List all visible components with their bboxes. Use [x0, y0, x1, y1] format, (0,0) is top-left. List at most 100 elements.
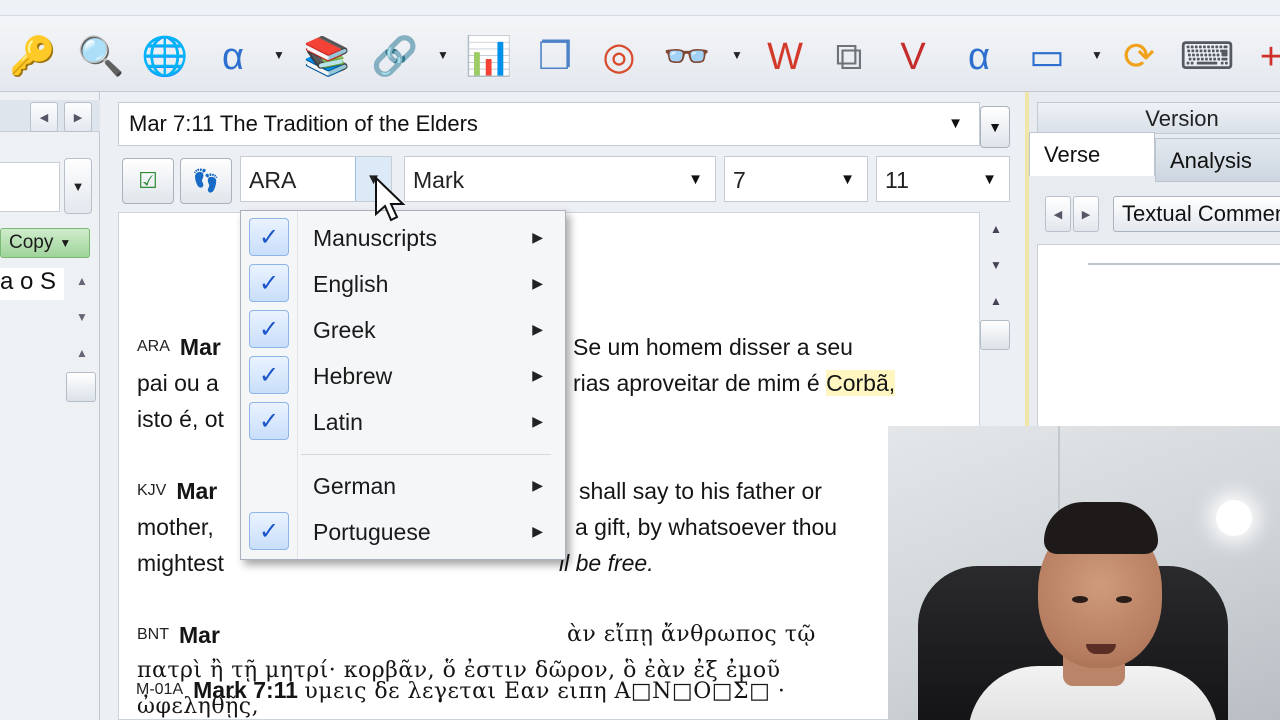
copy-button[interactable]: Copy ▼	[0, 228, 90, 258]
reference-menu-button[interactable]: ▼	[980, 106, 1010, 148]
verse-ara-line1: ARA Mar	[137, 329, 221, 365]
scroll-up-icon[interactable]: ▲	[986, 294, 1006, 308]
checklist-button[interactable]: ☑	[122, 158, 174, 204]
link-icon[interactable]: 🔗	[368, 30, 422, 84]
windows-icon[interactable]: ❐	[528, 30, 582, 84]
verse-bnt-line1: BNT Mar	[137, 617, 220, 653]
submenu-arrow-icon: ▶	[532, 321, 543, 337]
version-abbr: M-01A	[136, 681, 184, 698]
chevron-down-icon: ▼	[59, 236, 72, 250]
menu-item-german[interactable]: German ▶	[241, 463, 565, 507]
verse-ara-line1-end: Se um homem disser a seu	[573, 334, 853, 360]
verse-list-icon[interactable]: V	[886, 30, 940, 84]
footsteps-button[interactable]: 👣	[180, 158, 232, 204]
menu-item-greek[interactable]: ✓ Greek ▶	[241, 307, 565, 351]
copy-label: Copy	[9, 232, 54, 253]
main-toolbar: 🔑 🔍 🌐 α ▼ 📚 🔗 ▼ 📊 ❐ ◎ 👓 ▼ W ⧉ Vα ▭ ▼ ⟳ ⌨ +	[0, 0, 1280, 92]
verse-select[interactable]: 11 ▼	[876, 156, 1010, 202]
right-pane-forward-button[interactable]: ▶	[1073, 196, 1099, 232]
title-strip	[0, 0, 1280, 16]
verse-kjv-line1: KJV Mar	[137, 473, 217, 509]
verse-ref[interactable]: Mar	[180, 334, 221, 360]
verse-ara-line2-start: pai ou a	[137, 370, 219, 396]
textual-commentary-button[interactable]: Textual Commen	[1113, 196, 1280, 232]
chevron-down-icon[interactable]: ▼	[272, 48, 286, 62]
chapter-select-value: 7	[733, 167, 746, 193]
scroll-down-icon[interactable]: ▼	[72, 310, 92, 324]
presenter-eye	[1116, 596, 1132, 603]
version-select-value: ARA	[249, 167, 297, 193]
glasses-book-icon[interactable]: 👓	[660, 30, 714, 84]
menu-item-label: Latin	[313, 409, 363, 435]
keyboard-icon[interactable]: ⌨	[1180, 30, 1235, 84]
scroll-up-icon[interactable]: ▲	[986, 222, 1006, 236]
verse-text: υμεις δε λεγεται Εαν ειπη Α□Ν□Ο□Σ□ ·	[304, 679, 786, 704]
right-pane-title: Version	[1037, 102, 1280, 134]
books-stack-icon[interactable]: 📚	[300, 30, 354, 84]
menu-item-latin[interactable]: ✓ Latin ▶	[241, 399, 565, 443]
right-pane-back-button[interactable]: ◀	[1045, 196, 1071, 232]
verse-text: rias aproveitar de mim é	[573, 370, 827, 396]
left-pane-back-button[interactable]: ◀	[30, 102, 58, 132]
submenu-arrow-icon: ▶	[532, 275, 543, 291]
chevron-down-icon[interactable]: ▼	[1090, 48, 1104, 62]
menu-item-english[interactable]: ✓ English ▶	[241, 261, 565, 305]
sync-circle-icon[interactable]: ◎	[592, 30, 646, 84]
submenu-arrow-icon: ▶	[532, 523, 543, 539]
checkmark-icon: ✓	[249, 264, 289, 302]
chevron-down-icon[interactable]: ▼	[730, 48, 744, 62]
menu-item-hebrew[interactable]: ✓ Hebrew ▶	[241, 353, 565, 397]
verse-kjv-line2-start: mother,	[137, 514, 214, 540]
version-abbr: ARA	[137, 338, 170, 355]
tab-analysis[interactable]: Analysis	[1155, 138, 1280, 182]
webcam-overlay	[888, 426, 1280, 720]
report-chart-icon[interactable]: 📊	[462, 30, 516, 84]
left-pane: ◀ ▶ ▼ Copy ▼ a o S ▲ ▼ ▲	[0, 92, 100, 720]
reference-title: Mar 7:11 The Tradition of the Elders	[129, 111, 478, 136]
verse-ara-line2-end: rias aproveitar de mim é Corbã,	[573, 365, 896, 401]
left-pane-dropdown-button[interactable]: ▼	[64, 158, 92, 214]
word-doc-icon[interactable]: W	[758, 30, 812, 84]
bible-window-icon[interactable]: ▭	[1020, 30, 1074, 84]
center-scrollbar-thumb[interactable]	[980, 320, 1010, 350]
menu-item-portuguese[interactable]: ✓ Portuguese ▶	[241, 509, 565, 553]
verse-ref[interactable]: Mar	[176, 478, 217, 504]
menu-item-label: German	[313, 473, 397, 499]
right-pane-content	[1037, 244, 1280, 434]
highlighted-word[interactable]: Corbã,	[826, 370, 896, 396]
footsteps-icon: 👣	[192, 168, 220, 193]
globe-icon[interactable]: 🌐	[138, 30, 192, 84]
verse-kjv-line3-start: mightest	[137, 550, 224, 576]
left-pane-forward-button[interactable]: ▶	[64, 102, 92, 132]
chevron-down-icon[interactable]: ▼	[948, 115, 963, 132]
submenu-arrow-icon: ▶	[532, 229, 543, 245]
checklist-icon: ☑	[138, 168, 158, 193]
verse-ref[interactable]: Mar	[179, 622, 220, 648]
chevron-down-icon[interactable]: ▼	[436, 48, 450, 62]
verse-ara-line3: isto é, ot	[137, 406, 224, 432]
ceiling-light	[1216, 500, 1252, 536]
menu-item-label: Manuscripts	[313, 225, 437, 251]
version-select[interactable]: ARA ▼	[240, 156, 392, 202]
checkmark-icon: ✓	[249, 512, 289, 550]
submenu-arrow-icon: ▶	[532, 367, 543, 383]
verse-ref[interactable]: Mark 7:11	[193, 677, 298, 703]
left-scrollbar-thumb[interactable]	[66, 372, 96, 402]
presenter-eye	[1072, 596, 1088, 603]
search-icon[interactable]: 🔍	[74, 30, 128, 84]
scroll-up-icon[interactable]: ▲	[72, 346, 92, 360]
alpha-book-icon[interactable]: α	[206, 30, 260, 84]
menu-item-label: Hebrew	[313, 363, 393, 389]
add-window-icon[interactable]: +	[1244, 30, 1280, 84]
scroll-down-icon[interactable]: ▼	[986, 258, 1006, 272]
tab-verse[interactable]: Verse	[1029, 132, 1155, 176]
copy-doc-icon[interactable]: ⧉	[822, 30, 876, 84]
book-select[interactable]: Mark ▼	[404, 156, 716, 202]
chapter-select[interactable]: 7 ▼	[724, 156, 868, 202]
reference-title-field[interactable]: Mar 7:11 The Tradition of the Elders ▼	[118, 102, 980, 146]
scroll-up-icon[interactable]: ▲	[72, 274, 92, 288]
left-pane-field[interactable]	[0, 162, 60, 212]
refresh-icon[interactable]: ⟳	[1112, 30, 1166, 84]
alpha-icon[interactable]: α	[952, 30, 1006, 84]
key-icon[interactable]: 🔑	[6, 30, 60, 84]
